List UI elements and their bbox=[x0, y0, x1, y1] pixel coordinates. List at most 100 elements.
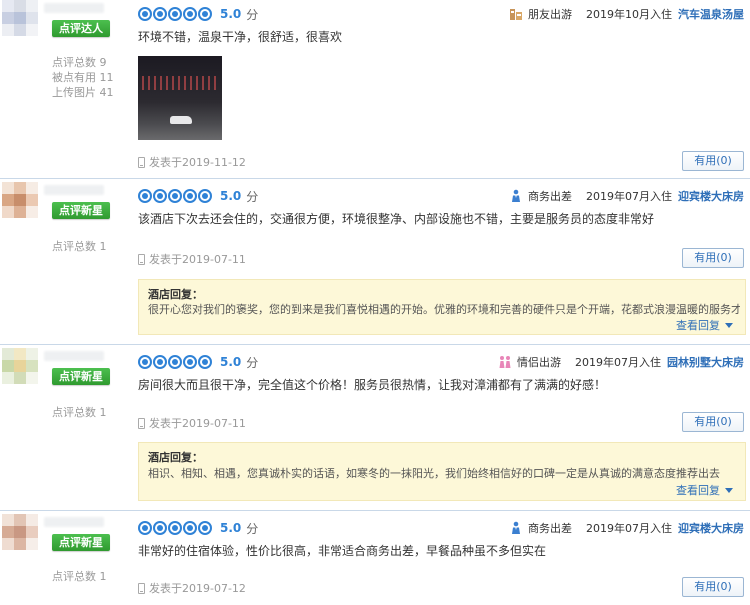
review-meta: 商务出差 2019年07月入住 迎宾楼大床房 bbox=[509, 188, 744, 204]
rating: 5.0 分 bbox=[138, 354, 258, 370]
rating-circle-icon bbox=[183, 7, 197, 21]
hotel-reply: 酒店回复： 相识、相知、相遇，您真诚朴实的话语，如寒冬的一抹阳光，我们始终相信好… bbox=[138, 442, 746, 501]
review-divider bbox=[0, 510, 750, 511]
room-type-link[interactable]: 园林别墅大床房 bbox=[667, 354, 744, 370]
photo-count: 上传图片 41 bbox=[52, 86, 114, 99]
reviewer-name[interactable] bbox=[44, 517, 104, 527]
stay-date: 2019年10月入住 bbox=[586, 8, 672, 21]
review-photo[interactable] bbox=[138, 56, 222, 140]
review-count: 点评总数 1 bbox=[52, 406, 107, 419]
room-type-link[interactable]: 汽车温泉汤屋 bbox=[678, 6, 744, 22]
reply-title: 酒店回复： bbox=[148, 288, 203, 301]
couple-icon bbox=[498, 355, 512, 369]
rating-circle-icon bbox=[183, 521, 197, 535]
stay-date: 2019年07月入住 bbox=[586, 190, 672, 203]
rating-unit: 分 bbox=[246, 7, 259, 22]
rating-circles bbox=[138, 355, 212, 369]
review-item: 点评新星 点评总数 1 5.0 分 商务出差 2019年07月入住 迎宾楼大床房… bbox=[0, 182, 750, 342]
trip-type: 情侣出游 bbox=[517, 356, 561, 369]
post-date: 发表于2019-07-11 bbox=[138, 415, 246, 431]
room-type-link[interactable]: 迎宾楼大床房 bbox=[678, 188, 744, 204]
review-content: 房间很大而且很干净，完全值这个价格！服务员很热情，让我对漳浦都有了满满的好感！ bbox=[138, 378, 607, 392]
post-date: 发表于2019-07-11 bbox=[138, 251, 246, 267]
reviewer-name[interactable] bbox=[44, 351, 104, 361]
rating-circle-icon bbox=[138, 189, 152, 203]
post-date-text: 发表于2019-07-11 bbox=[149, 253, 246, 266]
rating-circles bbox=[138, 521, 212, 535]
useful-button[interactable]: 有用(0) bbox=[682, 412, 744, 432]
reviewer-name[interactable] bbox=[44, 185, 104, 195]
avatar[interactable] bbox=[2, 348, 38, 384]
phone-icon bbox=[138, 156, 145, 168]
review-content: 该酒店下次去还会住的，交通很方便，环境很整净、内部设施也不错，主要是服务员的态度… bbox=[138, 212, 655, 226]
rating-circle-icon bbox=[198, 7, 212, 21]
reviewer-info: 点评新星 点评总数 1 bbox=[0, 182, 130, 342]
rating-circle-icon bbox=[198, 355, 212, 369]
review-meta: 朋友出游 2019年10月入住 汽车温泉汤屋 bbox=[509, 6, 744, 22]
trip-type: 商务出差 bbox=[528, 190, 572, 203]
phone-icon bbox=[138, 417, 145, 429]
reviewer-badge: 点评新星 bbox=[52, 534, 110, 551]
reviewer-info: 点评达人 点评总数 9 被点有用 11 上传图片 41 bbox=[0, 0, 130, 178]
rating-unit: 分 bbox=[246, 521, 259, 536]
reviewer-name[interactable] bbox=[44, 3, 104, 13]
reply-title: 酒店回复： bbox=[148, 451, 203, 464]
reviewer-info: 点评新星 点评总数 1 bbox=[0, 348, 130, 508]
rating-circle-icon bbox=[138, 521, 152, 535]
stay-date: 2019年07月入住 bbox=[586, 522, 672, 535]
useful-button[interactable]: 有用(0) bbox=[682, 577, 744, 597]
useful-button[interactable]: 有用(0) bbox=[682, 248, 744, 268]
trip-type: 朋友出游 bbox=[528, 8, 572, 21]
chevron-down-icon bbox=[725, 487, 733, 493]
review-item: 点评达人 点评总数 9 被点有用 11 上传图片 41 5.0 分 朋友出游 2… bbox=[0, 0, 750, 178]
avatar[interactable] bbox=[2, 514, 38, 550]
rating-circle-icon bbox=[168, 355, 182, 369]
review-count: 点评总数 9 bbox=[52, 56, 107, 69]
room-type-link[interactable]: 迎宾楼大床房 bbox=[678, 520, 744, 536]
useful-button[interactable]: 有用(0) bbox=[682, 151, 744, 171]
trip-type: 商务出差 bbox=[528, 522, 572, 535]
rating-circle-icon bbox=[168, 189, 182, 203]
avatar[interactable] bbox=[2, 0, 38, 36]
post-date-text: 发表于2019-07-11 bbox=[149, 417, 246, 430]
rating-score: 5.0 bbox=[220, 189, 242, 203]
reply-text: 很开心您对我们的褒奖，您的到来是我们喜悦相遇的开始。优雅的环境和完善的硬件只是个… bbox=[148, 303, 740, 316]
view-reply-link[interactable]: 查看回复 bbox=[676, 317, 733, 333]
rating-circle-icon bbox=[138, 355, 152, 369]
rating-circle-icon bbox=[153, 189, 167, 203]
view-reply-label: 查看回复 bbox=[676, 484, 720, 497]
rating-circle-icon bbox=[138, 7, 152, 21]
rating-circle-icon bbox=[198, 189, 212, 203]
rating-circle-icon bbox=[153, 7, 167, 21]
review-item: 点评新星 点评总数 1 5.0 分 商务出差 2019年07月入住 迎宾楼大床房… bbox=[0, 514, 750, 605]
useful-count: 被点有用 11 bbox=[52, 71, 114, 84]
review-meta: 情侣出游 2019年07月入住 园林别墅大床房 bbox=[498, 354, 744, 370]
rating-circles bbox=[138, 7, 212, 21]
stay-date: 2019年07月入住 bbox=[575, 356, 661, 369]
post-date-text: 发表于2019-07-12 bbox=[149, 582, 246, 595]
rating: 5.0 分 bbox=[138, 188, 258, 204]
phone-icon bbox=[138, 582, 145, 594]
review-count: 点评总数 1 bbox=[52, 570, 107, 583]
view-reply-link[interactable]: 查看回复 bbox=[676, 482, 733, 498]
avatar[interactable] bbox=[2, 182, 38, 218]
rating-circle-icon bbox=[183, 189, 197, 203]
rating-circle-icon bbox=[168, 7, 182, 21]
rating-circle-icon bbox=[153, 521, 167, 535]
review-item: 点评新星 点评总数 1 5.0 分 情侣出游 2019年07月入住 园林别墅大床… bbox=[0, 348, 750, 508]
review-divider bbox=[0, 344, 750, 345]
review-content: 环境不错，温泉干净，很舒适，很喜欢 bbox=[138, 30, 343, 44]
review-content: 非常好的住宿体验，性价比很高，非常适合商务出差，早餐品种虽不多但实在 bbox=[138, 544, 547, 558]
review-count: 点评总数 1 bbox=[52, 240, 107, 253]
post-date: 发表于2019-11-12 bbox=[138, 154, 246, 170]
reviewer-badge: 点评新星 bbox=[52, 368, 110, 385]
rating-score: 5.0 bbox=[220, 355, 242, 369]
rating-unit: 分 bbox=[246, 355, 259, 370]
post-date: 发表于2019-07-12 bbox=[138, 580, 246, 596]
rating-circle-icon bbox=[183, 355, 197, 369]
reviewer-badge: 点评新星 bbox=[52, 202, 110, 219]
review-meta: 商务出差 2019年07月入住 迎宾楼大床房 bbox=[509, 520, 744, 536]
reviewer-info: 点评新星 点评总数 1 bbox=[0, 514, 130, 605]
post-date-text: 发表于2019-11-12 bbox=[149, 156, 246, 169]
rating-circle-icon bbox=[198, 521, 212, 535]
